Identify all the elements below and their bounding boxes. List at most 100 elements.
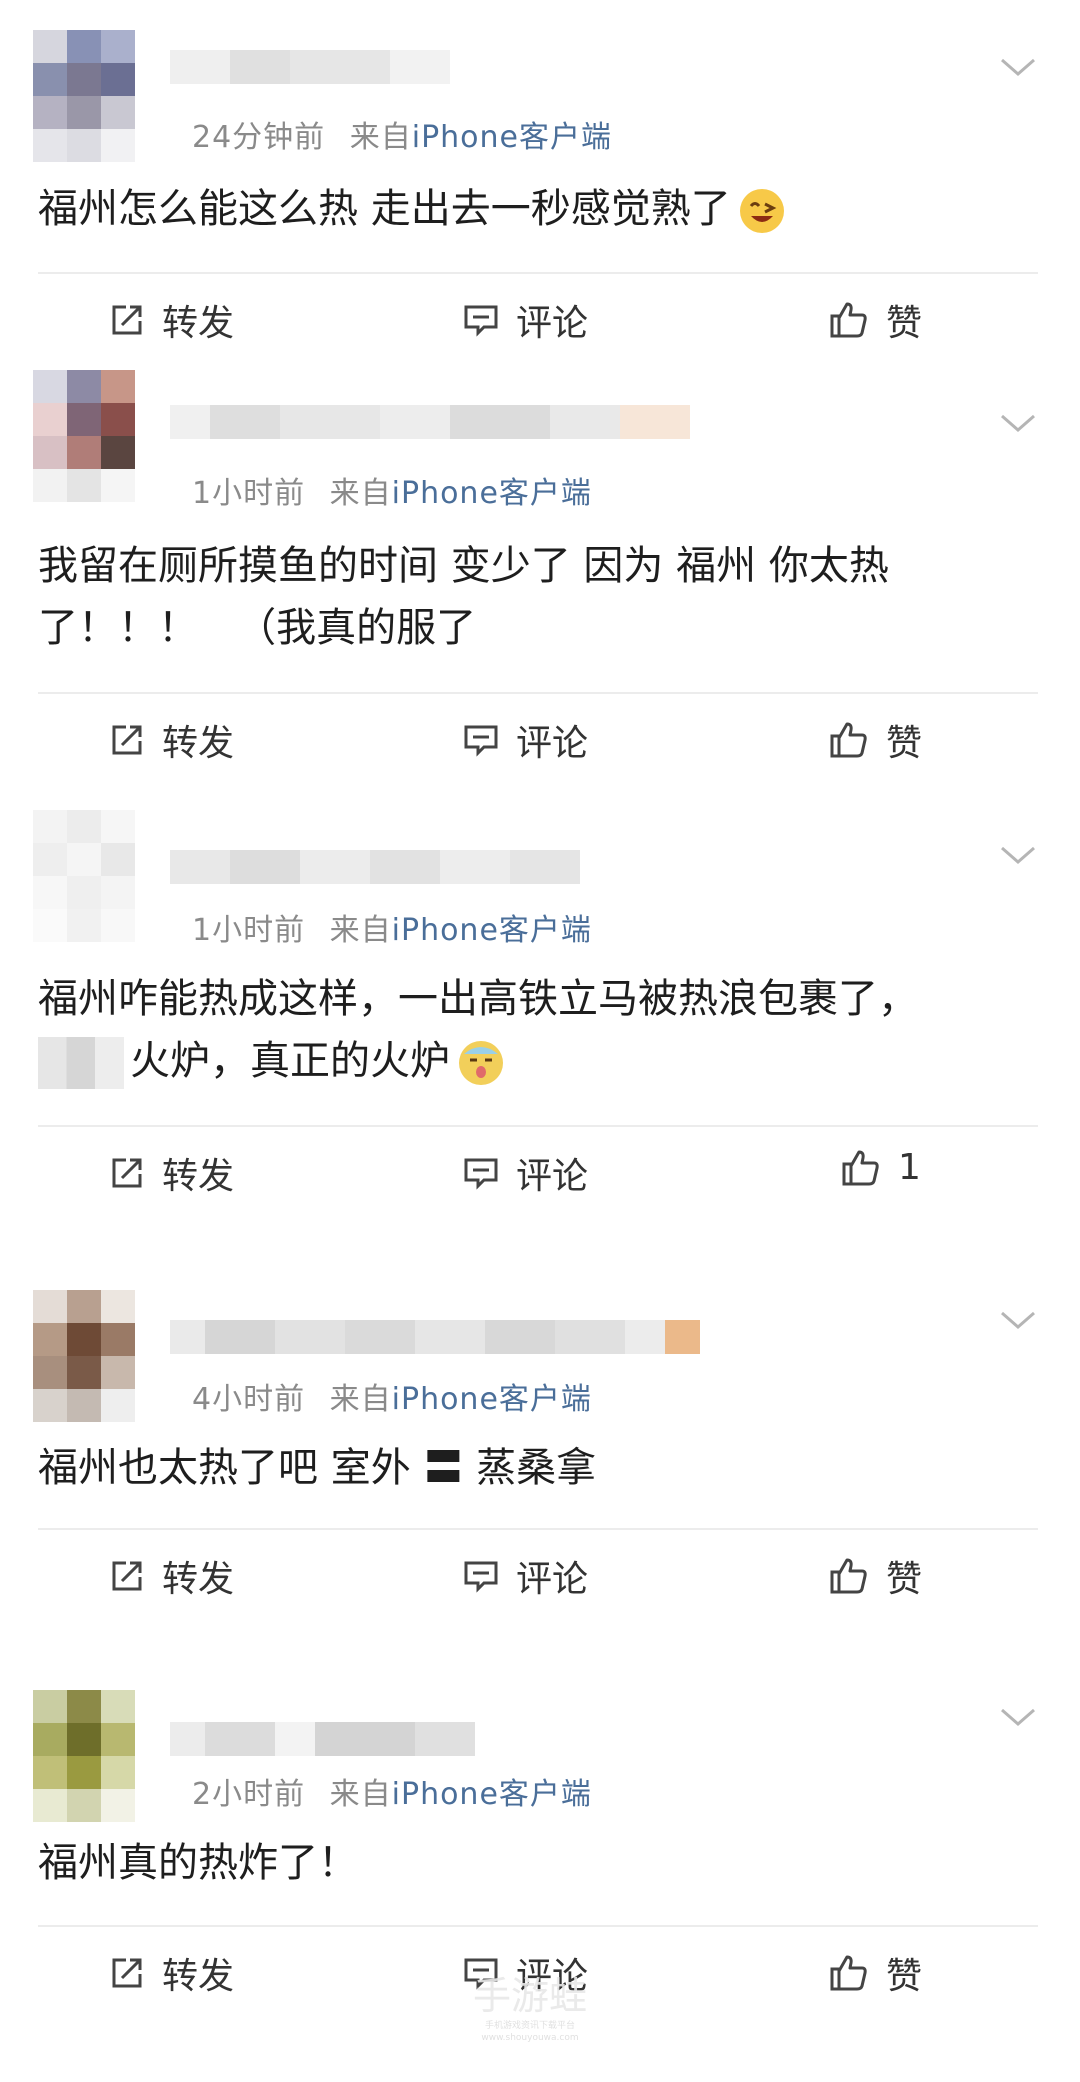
post-text-line: 福州也太热了吧 室外 〓 蒸桑拿: [38, 1445, 597, 1491]
avatar[interactable]: [33, 370, 135, 502]
blurred-text: [38, 1037, 124, 1089]
share-icon: [112, 1958, 142, 1988]
comment-button[interactable]: 评论: [462, 714, 588, 766]
avatar[interactable]: [33, 1690, 135, 1822]
thumbs-up-icon: [830, 1955, 867, 1991]
like-label: 赞: [886, 1956, 923, 1997]
like-button[interactable]: 赞: [828, 1550, 922, 1602]
post-source-link[interactable]: iPhone客户端: [392, 476, 592, 511]
post-text-line: 福州真的热炸了！: [38, 1840, 358, 1886]
forward-label: 转发: [162, 1156, 235, 1197]
action-bar: 转发 评论 赞: [0, 1540, 1080, 1610]
forward-label: 转发: [162, 723, 235, 764]
post-text: 福州怎么能这么热 走出去一秒感觉熟了: [38, 178, 1040, 240]
post-from: 来自: [329, 1777, 392, 1812]
avatar[interactable]: [33, 1290, 135, 1422]
post-text-line-2: 火炉，真正的火炉: [38, 1030, 1040, 1092]
post-source-link[interactable]: iPhone客户端: [412, 120, 612, 155]
forward-button[interactable]: 转发: [108, 1947, 234, 1999]
comment-icon: [464, 305, 498, 337]
post-source-link[interactable]: iPhone客户端: [392, 1382, 592, 1417]
username-blurred[interactable]: [170, 405, 690, 473]
like-button[interactable]: 赞: [828, 294, 922, 346]
divider: [38, 692, 1038, 694]
post-text-line: 我留在厕所摸鱼的时间 变少了 因为 福州 你太热: [38, 543, 889, 589]
like-button[interactable]: 赞: [828, 714, 922, 766]
watermark-title: 手游蛙: [472, 1974, 587, 2018]
post-meta: 1小时前 来自iPhone客户端: [192, 905, 592, 949]
avatar[interactable]: [33, 810, 135, 942]
post-meta: 24分钟前 来自iPhone客户端: [192, 112, 612, 156]
chevron-down-icon[interactable]: [998, 1305, 1038, 1335]
comment-icon: [464, 725, 498, 757]
post-time: 1小时前: [192, 913, 306, 948]
divider: [38, 1925, 1038, 1927]
like-count: 1: [898, 1147, 921, 1188]
share-icon: [112, 305, 142, 335]
forward-label: 转发: [162, 1559, 235, 1600]
comment-button[interactable]: 评论: [462, 1550, 588, 1602]
thumbs-up-icon: [830, 302, 867, 338]
divider: [38, 1125, 1038, 1127]
post-time: 1小时前: [192, 476, 306, 511]
post-time: 2小时前: [192, 1777, 306, 1812]
post-from: 来自: [349, 120, 412, 155]
forward-button[interactable]: 转发: [108, 714, 234, 766]
forward-label: 转发: [162, 303, 235, 344]
action-bar: 转发 评论 赞: [0, 284, 1080, 354]
post-text-line: 火炉，真正的火炉: [130, 1038, 450, 1084]
like-label: 赞: [886, 303, 923, 344]
post-meta: 4小时前 来自iPhone客户端: [192, 1374, 592, 1418]
post-time: 4小时前: [192, 1382, 306, 1417]
post-time: 24分钟前: [192, 120, 326, 155]
like-button[interactable]: 1: [840, 1147, 921, 1188]
comment-button[interactable]: 评论: [462, 294, 588, 346]
divider: [38, 1528, 1038, 1530]
comment-icon: [464, 1158, 498, 1190]
thumbs-up-icon: [842, 1150, 879, 1185]
laughing-emoji-icon: [739, 189, 784, 233]
chevron-down-icon[interactable]: [998, 1702, 1038, 1732]
action-bar: 转发 评论 1: [0, 1137, 1080, 1207]
thumbs-up-icon: [830, 722, 867, 758]
comment-button[interactable]: 评论: [462, 1147, 588, 1199]
comment-label: 评论: [516, 723, 589, 764]
post-source-link[interactable]: iPhone客户端: [392, 1777, 592, 1812]
share-icon: [112, 1561, 142, 1591]
forward-label: 转发: [162, 1956, 235, 1997]
post-from: 来自: [329, 476, 392, 511]
forward-button[interactable]: 转发: [108, 294, 234, 346]
chevron-down-icon[interactable]: [998, 408, 1038, 438]
chevron-down-icon[interactable]: [998, 840, 1038, 870]
comment-label: 评论: [516, 1559, 589, 1600]
post-from: 来自: [329, 1382, 392, 1417]
like-label: 赞: [886, 723, 923, 764]
watermark-subtitle: 手机游戏资讯下载平台: [484, 2021, 575, 2031]
avatar[interactable]: [33, 30, 135, 162]
username-blurred[interactable]: [170, 50, 450, 118]
post-meta: 1小时前 来自iPhone客户端: [192, 468, 592, 512]
post-text: 福州真的热炸了！: [38, 1832, 1040, 1894]
post-from: 来自: [329, 913, 392, 948]
hot-face-emoji-icon: [459, 1041, 503, 1085]
share-icon: [112, 725, 142, 755]
comment-label: 评论: [516, 303, 589, 344]
post-text: 福州也太热了吧 室外 〓 蒸桑拿: [38, 1437, 1040, 1499]
thumbs-up-icon: [830, 1558, 867, 1594]
watermark-url: www.shouyouwa.com: [481, 2033, 579, 2043]
comment-icon: [464, 1561, 498, 1593]
share-icon: [112, 1158, 142, 1188]
watermark: 手游蛙 手机游戏资讯下载平台 www.shouyouwa.com: [455, 1965, 605, 2065]
post-text-line: 福州怎么能这么热 走出去一秒感觉熟了: [38, 186, 731, 232]
forward-button[interactable]: 转发: [108, 1550, 234, 1602]
post-text: 我留在厕所摸鱼的时间 变少了 因为 福州 你太热 了！！！ （我真的服了: [38, 535, 1040, 659]
post-meta: 2小时前 来自iPhone客户端: [192, 1769, 592, 1813]
action-bar: 转发 评论 赞: [0, 704, 1080, 774]
like-label: 赞: [886, 1559, 923, 1600]
post-source-link[interactable]: iPhone客户端: [392, 913, 592, 948]
divider: [38, 272, 1038, 274]
chevron-down-icon[interactable]: [998, 52, 1038, 82]
comment-label: 评论: [516, 1156, 589, 1197]
forward-button[interactable]: 转发: [108, 1147, 234, 1199]
like-button[interactable]: 赞: [828, 1947, 922, 1999]
